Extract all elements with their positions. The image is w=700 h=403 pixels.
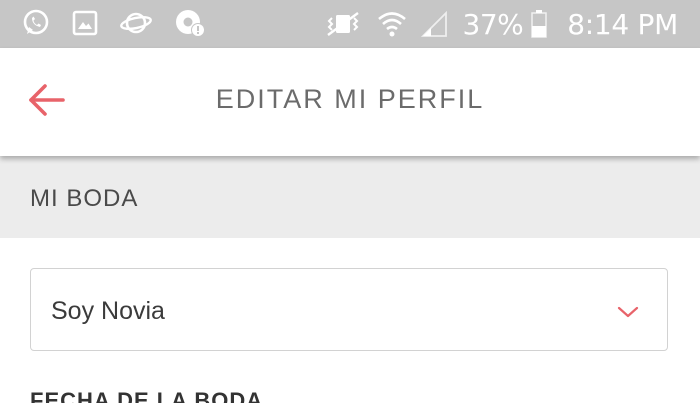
notification-icons: [22, 8, 206, 43]
gallery-icon: [72, 10, 98, 41]
status-bar: 37% 8:14 PM: [0, 0, 700, 48]
battery-icon: [531, 10, 548, 38]
section-header: MI BODA: [0, 156, 700, 238]
role-select[interactable]: Soy Novia: [30, 268, 668, 351]
wedding-date-label: FECHA DE LA BODA: [30, 388, 264, 403]
clock: 8:14 PM: [567, 7, 678, 41]
planet-icon: [120, 9, 152, 42]
chrome-alert-icon: [174, 8, 206, 43]
app-bar: EDITAR MI PERFIL: [0, 48, 700, 156]
page-title: EDITAR MI PERFIL: [215, 84, 485, 114]
chevron-down-icon: [617, 305, 639, 324]
signal-icon: [420, 11, 447, 37]
section-title: MI BODA: [30, 185, 139, 212]
system-status: 37% 8:14 PM: [323, 7, 678, 41]
battery-percent: 37%: [462, 7, 524, 41]
vibrate-icon: [323, 10, 363, 38]
whatsapp-icon: [22, 9, 50, 42]
role-select-value: Soy Novia: [51, 297, 165, 325]
screen: 37% 8:14 PM EDITAR MI PERFIL MI BODA Soy…: [0, 0, 700, 403]
wifi-icon: [377, 10, 407, 38]
